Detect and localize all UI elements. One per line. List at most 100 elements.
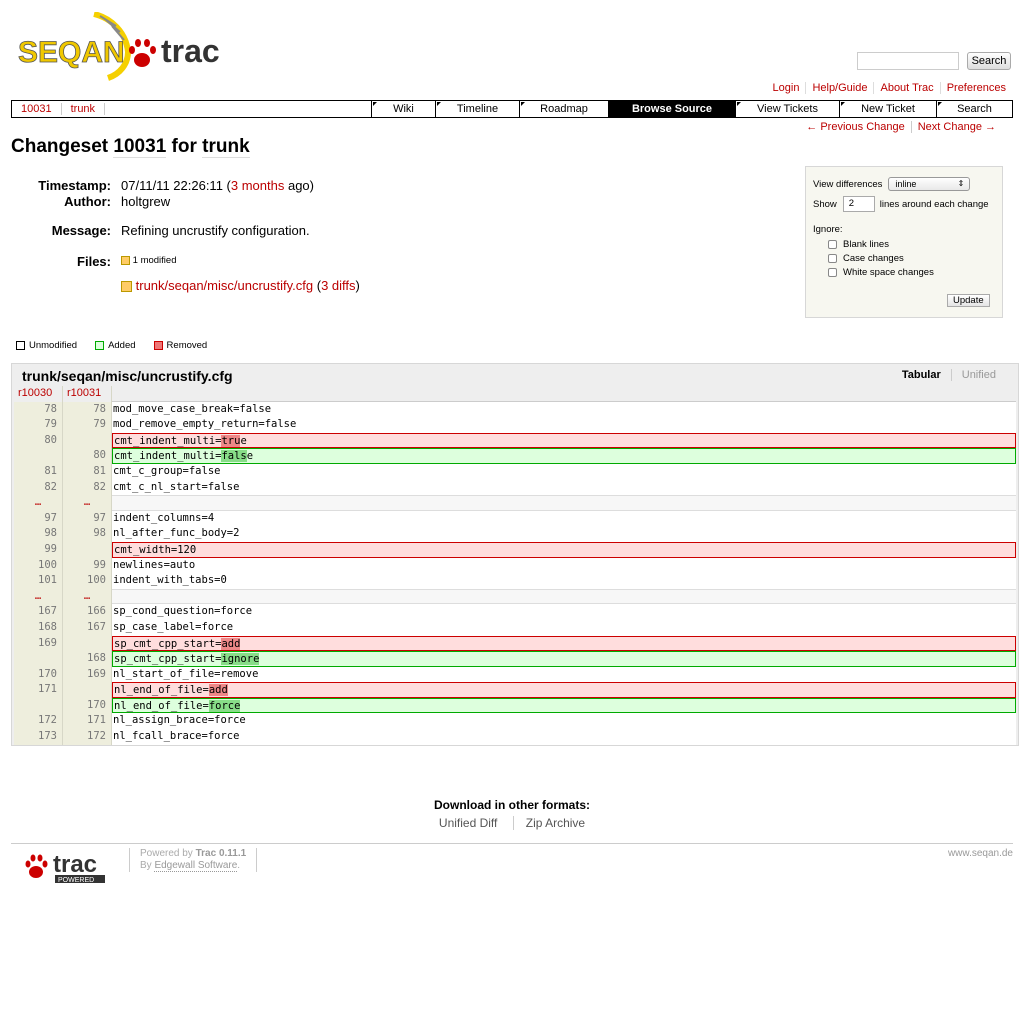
diff-skip-row: …… — [14, 495, 1016, 511]
diff-row: 79 79 mod_remove_empty_return=false — [14, 417, 1016, 433]
preferences-link[interactable]: Preferences — [939, 82, 1012, 94]
search-button[interactable]: Search — [967, 52, 1011, 70]
case-changes-checkbox[interactable] — [828, 254, 837, 263]
old-rev-header[interactable]: r10030 — [14, 386, 63, 402]
trac-powered-logo[interactable]: trac POWERED — [25, 850, 105, 884]
diff-line-content: cmt_c_group=false — [112, 463, 1016, 480]
added-swatch — [95, 341, 105, 350]
old-line-number: 167 — [14, 604, 63, 620]
added-label: Added — [108, 340, 136, 351]
diff-row: 170 169 nl_start_of_file=remove — [14, 666, 1016, 683]
old-line-number: 82 — [14, 479, 63, 496]
changeset-path-link[interactable]: trunk — [202, 136, 250, 158]
nav-search[interactable]: Search — [936, 101, 1012, 117]
diff-line-content — [112, 588, 1016, 605]
about-trac-link[interactable]: About Trac — [873, 82, 939, 94]
new-line-number: 82 — [63, 479, 112, 496]
nav-new-ticket[interactable]: New Ticket — [839, 101, 936, 117]
nav-timeline[interactable]: Timeline — [435, 101, 519, 117]
old-line-number: 98 — [14, 526, 63, 542]
previous-change-link[interactable]: ← Previous Change — [800, 121, 910, 133]
nav-view-tickets[interactable]: View Tickets — [735, 101, 839, 117]
changeset-rev-link[interactable]: 10031 — [113, 136, 167, 158]
new-line-number[interactable]: … — [63, 588, 112, 605]
breadcrumb-trunk[interactable]: trunk — [62, 103, 106, 115]
diff-skip-row: …… — [14, 588, 1016, 605]
trac-version-link[interactable]: Trac 0.11.1 — [196, 848, 247, 859]
diff-line-content: nl_end_of_file=add — [112, 682, 1016, 698]
diff-row: 80 cmt_indent_multi=false — [14, 448, 1016, 464]
old-line-number: 168 — [14, 619, 63, 636]
nav-browse-source[interactable]: Browse Source — [608, 101, 735, 117]
seqan-trac-logo[interactable]: SEQAN trac — [16, 11, 228, 82]
diff-line-content — [112, 495, 1016, 511]
old-line-number: 170 — [14, 666, 63, 683]
diff-line-content: cmt_c_nl_start=false — [112, 479, 1016, 496]
nav-roadmap[interactable]: Roadmap — [519, 101, 608, 117]
edgewall-link[interactable]: Edgewall Software — [154, 860, 238, 872]
diff-row: 171 nl_end_of_file=add — [14, 682, 1016, 698]
diff-line-content: indent_with_tabs=0 — [112, 573, 1016, 589]
new-line-number — [63, 635, 112, 652]
new-rev-header[interactable]: r10031 — [63, 386, 112, 402]
whitespace-changes-checkbox[interactable] — [828, 268, 837, 277]
tabular-view-link[interactable]: Tabular — [892, 369, 951, 381]
removed-swatch — [153, 341, 163, 350]
author-label: Author: — [64, 194, 111, 209]
new-line-number: 170 — [63, 697, 112, 714]
nav-wiki[interactable]: Wiki — [371, 101, 435, 117]
update-button[interactable]: Update — [947, 294, 990, 307]
diff-line-content: nl_after_func_body=2 — [112, 526, 1016, 542]
timestamp-ago-link[interactable]: 3 months — [231, 178, 284, 193]
view-differences-label: View differences — [813, 178, 883, 190]
diff-row: 172 171 nl_assign_brace=force — [14, 713, 1016, 730]
case-changes-label: Case changes — [843, 253, 904, 264]
context-lines-input[interactable]: 2 — [842, 196, 875, 212]
old-line-number[interactable]: … — [14, 588, 63, 605]
diff-row: 168 167 sp_case_label=force — [14, 619, 1016, 636]
file-path-link[interactable]: trunk/seqan/misc/uncrustify.cfg — [136, 278, 314, 293]
zip-archive-link[interactable]: Zip Archive — [512, 816, 598, 830]
diff-line-content: mod_move_case_break=false — [112, 401, 1016, 418]
files-label: Files: — [77, 254, 111, 269]
timestamp-value: 07/11/11 22:26:11 (3 months ago) — [121, 178, 314, 193]
diff-row: 82 82 cmt_c_nl_start=false — [14, 479, 1016, 496]
download-formats: Download in other formats: Unified Diff … — [0, 798, 1024, 830]
new-line-number: 97 — [63, 510, 112, 527]
whitespace-changes-label: White space changes — [843, 267, 934, 278]
diff-row: 80 cmt_indent_multi=true — [14, 432, 1016, 449]
diff-view-switch: Tabular Unified — [892, 369, 1006, 381]
new-line-number: 172 — [63, 729, 112, 745]
login-link[interactable]: Login — [767, 82, 806, 94]
message-value: Refining uncrustify configuration. — [121, 223, 310, 238]
blank-lines-checkbox[interactable] — [828, 240, 837, 249]
diff-line-content: nl_end_of_file=force — [112, 697, 1016, 714]
ignore-label: Ignore: — [813, 224, 843, 235]
search-input[interactable] — [857, 52, 959, 70]
new-line-number[interactable]: … — [63, 495, 112, 511]
old-line-number: 97 — [14, 510, 63, 527]
old-line-number[interactable]: … — [14, 495, 63, 511]
view-differences-select[interactable]: inline — [888, 177, 971, 191]
unified-view-link[interactable]: Unified — [950, 369, 1006, 381]
breadcrumb: 10031 trunk — [12, 101, 106, 117]
unified-diff-link[interactable]: Unified Diff — [427, 816, 509, 830]
new-line-number — [63, 682, 112, 698]
page-title: Changeset 10031 for trunk — [11, 136, 250, 158]
svg-text:SEQAN: SEQAN — [18, 36, 125, 69]
diff-highlight: ignore — [221, 653, 260, 666]
diff-row: 98 98 nl_after_func_body=2 — [14, 526, 1016, 542]
new-line-number: 100 — [63, 573, 112, 589]
help-guide-link[interactable]: Help/Guide — [805, 82, 873, 94]
old-line-number: 171 — [14, 682, 63, 698]
diff-line-content: sp_cond_question=force — [112, 604, 1016, 620]
old-line-number: 172 — [14, 713, 63, 730]
next-change-link[interactable]: Next Change → — [910, 121, 1002, 133]
new-line-number — [63, 541, 112, 558]
site-link[interactable]: www.seqan.de — [948, 848, 1013, 859]
modified-file-icon — [121, 281, 132, 293]
breadcrumb-changeset[interactable]: 10031 — [12, 103, 62, 115]
diffs-link[interactable]: 3 diffs — [321, 278, 355, 293]
meta-navigation: Login Help/Guide About Trac Preferences — [767, 82, 1012, 94]
diff-row: 99 cmt_width=120 — [14, 541, 1016, 558]
